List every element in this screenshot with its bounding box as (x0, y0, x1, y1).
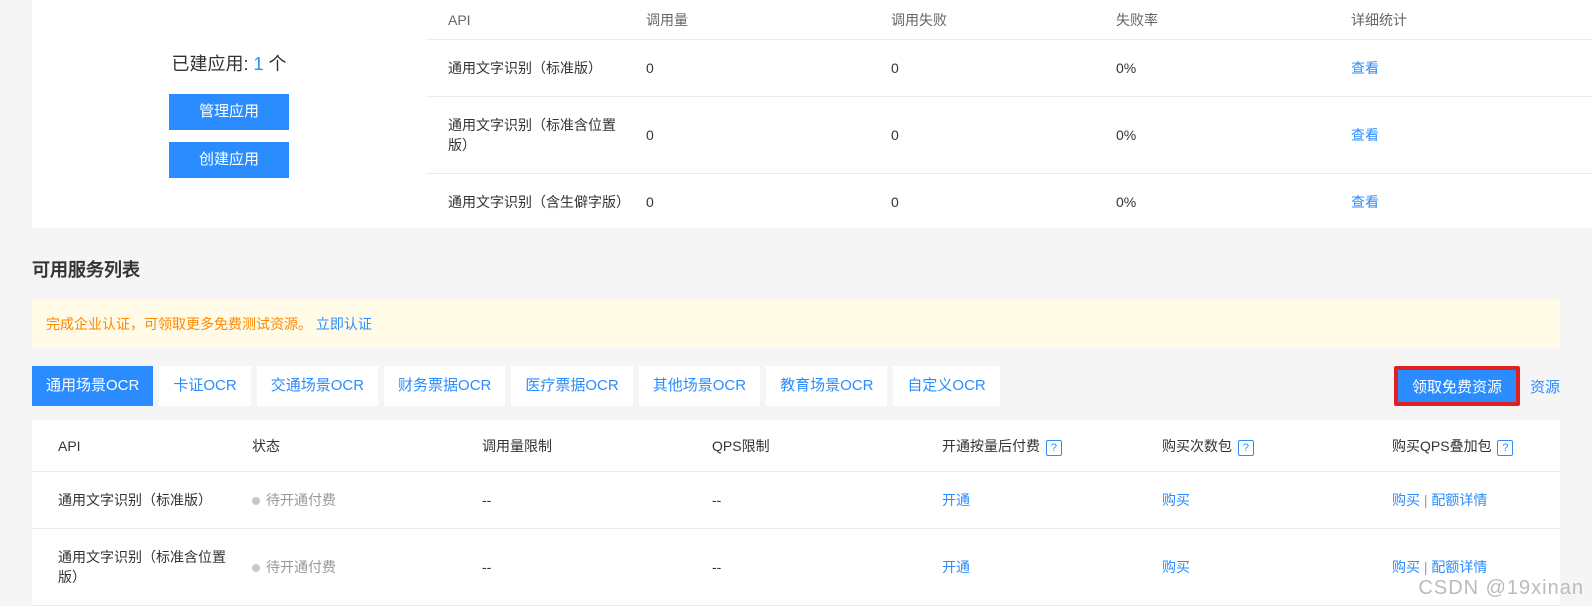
service-row: 通用文字识别（标准含位置版）待开通付费----开通购买购买 | 配额详情 (32, 529, 1560, 606)
col-fails: 调用失败 (891, 10, 1116, 30)
scol-pack: 购买次数包 ? (1162, 436, 1392, 456)
app-summary-card: 已建应用: 1 个 管理应用 创建应用 (32, 0, 426, 228)
tab[interactable]: 其他场景OCR (639, 366, 760, 406)
svc-qpspack: 购买 | 配额详情 (1392, 472, 1552, 528)
tab[interactable]: 通用场景OCR (32, 366, 153, 406)
buy-pack-link[interactable]: 购买 (1162, 559, 1190, 575)
buy-qps-link[interactable]: 购买 (1392, 492, 1420, 508)
quota-detail-link[interactable]: 配额详情 (1431, 559, 1487, 575)
svc-pack: 购买 (1162, 472, 1392, 528)
svc-qps: -- (712, 541, 942, 593)
scol-pack-label: 购买次数包 (1162, 438, 1232, 454)
svc-api: 通用文字识别（标准版） (32, 472, 252, 528)
tab[interactable]: 医疗票据OCR (511, 366, 632, 406)
scol-api: API (32, 438, 252, 454)
usage-calls: 0 (646, 109, 891, 161)
usage-api: 通用文字识别（标准版） (426, 40, 646, 96)
tab[interactable]: 财务票据OCR (384, 366, 505, 406)
usage-row: 通用文字识别（含生僻字版）000%查看 (426, 174, 1592, 228)
usage-table-header: API 调用量 调用失败 失败率 详细统计 (426, 0, 1592, 40)
scol-open-label: 开通按量后付费 (942, 438, 1040, 454)
section-title: 可用服务列表 (32, 256, 1592, 282)
tab[interactable]: 交通场景OCR (257, 366, 378, 406)
scol-open: 开通按量后付费 ? (942, 436, 1162, 456)
status-dot-icon (252, 564, 260, 572)
usage-rate: 0% (1116, 176, 1351, 228)
app-count-unit: 个 (264, 54, 287, 74)
svc-status: 待开通付费 (252, 539, 482, 595)
usage-calls: 0 (646, 42, 891, 94)
scol-qpspack: 购买QPS叠加包 ? (1392, 436, 1552, 456)
svc-pack: 购买 (1162, 539, 1392, 595)
tab[interactable]: 自定义OCR (893, 366, 999, 406)
svc-limit: -- (482, 474, 712, 526)
col-api: API (426, 12, 646, 28)
usage-calls: 0 (646, 176, 891, 228)
status-dot-icon (252, 497, 260, 505)
usage-rate: 0% (1116, 109, 1351, 161)
tab[interactable]: 教育场景OCR (766, 366, 887, 406)
service-table: API 状态 调用量限制 QPS限制 开通按量后付费 ? 购买次数包 ? 购买Q… (32, 420, 1560, 606)
svc-open: 开通 (942, 539, 1162, 595)
help-icon[interactable]: ? (1497, 440, 1513, 456)
usage-row: 通用文字识别（标准版）000%查看 (426, 40, 1592, 97)
usage-table: API 调用量 调用失败 失败率 详细统计 通用文字识别（标准版）000%查看通… (426, 0, 1592, 228)
svc-open: 开通 (942, 472, 1162, 528)
app-count-prefix: 已建应用: (171, 54, 253, 74)
usage-detail-link[interactable]: 查看 (1351, 174, 1531, 228)
app-count-title: 已建应用: 1 个 (32, 50, 426, 76)
scol-qps: QPS限制 (712, 436, 942, 456)
buy-qps-link[interactable]: 购买 (1392, 559, 1420, 575)
open-link[interactable]: 开通 (942, 559, 970, 575)
svc-api: 通用文字识别（标准含位置版） (32, 529, 252, 605)
help-icon[interactable]: ? (1238, 440, 1254, 456)
col-detail: 详细统计 (1351, 10, 1531, 30)
cert-link[interactable]: 立即认证 (316, 316, 372, 332)
usage-rate: 0% (1116, 42, 1351, 94)
col-rate: 失败率 (1116, 10, 1351, 30)
usage-detail-link[interactable]: 查看 (1351, 107, 1531, 163)
usage-detail-link[interactable]: 查看 (1351, 40, 1531, 96)
resources-link[interactable]: 资源 (1530, 376, 1560, 397)
cert-notice: 完成企业认证，可领取更多免费测试资源。 立即认证 (32, 300, 1560, 348)
svc-qps: -- (712, 474, 942, 526)
manage-apps-button[interactable]: 管理应用 (169, 94, 289, 130)
svc-limit: -- (482, 541, 712, 593)
scol-status: 状态 (252, 436, 482, 456)
create-app-button[interactable]: 创建应用 (169, 142, 289, 178)
usage-fails: 0 (891, 176, 1116, 228)
separator: | (1424, 559, 1428, 575)
tabs-row: 通用场景OCR卡证OCR交通场景OCR财务票据OCR医疗票据OCR其他场景OCR… (32, 366, 1560, 406)
usage-fails: 0 (891, 42, 1116, 94)
scol-qpspack-label: 购买QPS叠加包 (1392, 438, 1492, 454)
col-calls: 调用量 (646, 10, 891, 30)
buy-pack-link[interactable]: 购买 (1162, 492, 1190, 508)
claim-free-resource-button[interactable]: 领取免费资源 (1394, 366, 1520, 406)
service-table-header: API 状态 调用量限制 QPS限制 开通按量后付费 ? 购买次数包 ? 购买Q… (32, 420, 1560, 472)
help-icon[interactable]: ? (1046, 440, 1062, 456)
usage-api: 通用文字识别（标准含位置版） (426, 97, 646, 173)
scol-limit: 调用量限制 (482, 436, 712, 456)
tabs-list: 通用场景OCR卡证OCR交通场景OCR财务票据OCR医疗票据OCR其他场景OCR… (32, 366, 1006, 406)
service-row: 通用文字识别（标准版）待开通付费----开通购买购买 | 配额详情 (32, 472, 1560, 529)
svc-qpspack: 购买 | 配额详情 (1392, 539, 1552, 595)
usage-row: 通用文字识别（标准含位置版）000%查看 (426, 97, 1592, 174)
app-count-value: 1 (253, 54, 263, 74)
usage-fails: 0 (891, 109, 1116, 161)
notice-text: 完成企业认证，可领取更多免费测试资源。 (46, 316, 312, 332)
quota-detail-link[interactable]: 配额详情 (1431, 492, 1487, 508)
svc-status: 待开通付费 (252, 472, 482, 528)
usage-api: 通用文字识别（含生僻字版） (426, 174, 646, 228)
separator: | (1424, 492, 1428, 508)
open-link[interactable]: 开通 (942, 492, 970, 508)
tab[interactable]: 卡证OCR (159, 366, 250, 406)
